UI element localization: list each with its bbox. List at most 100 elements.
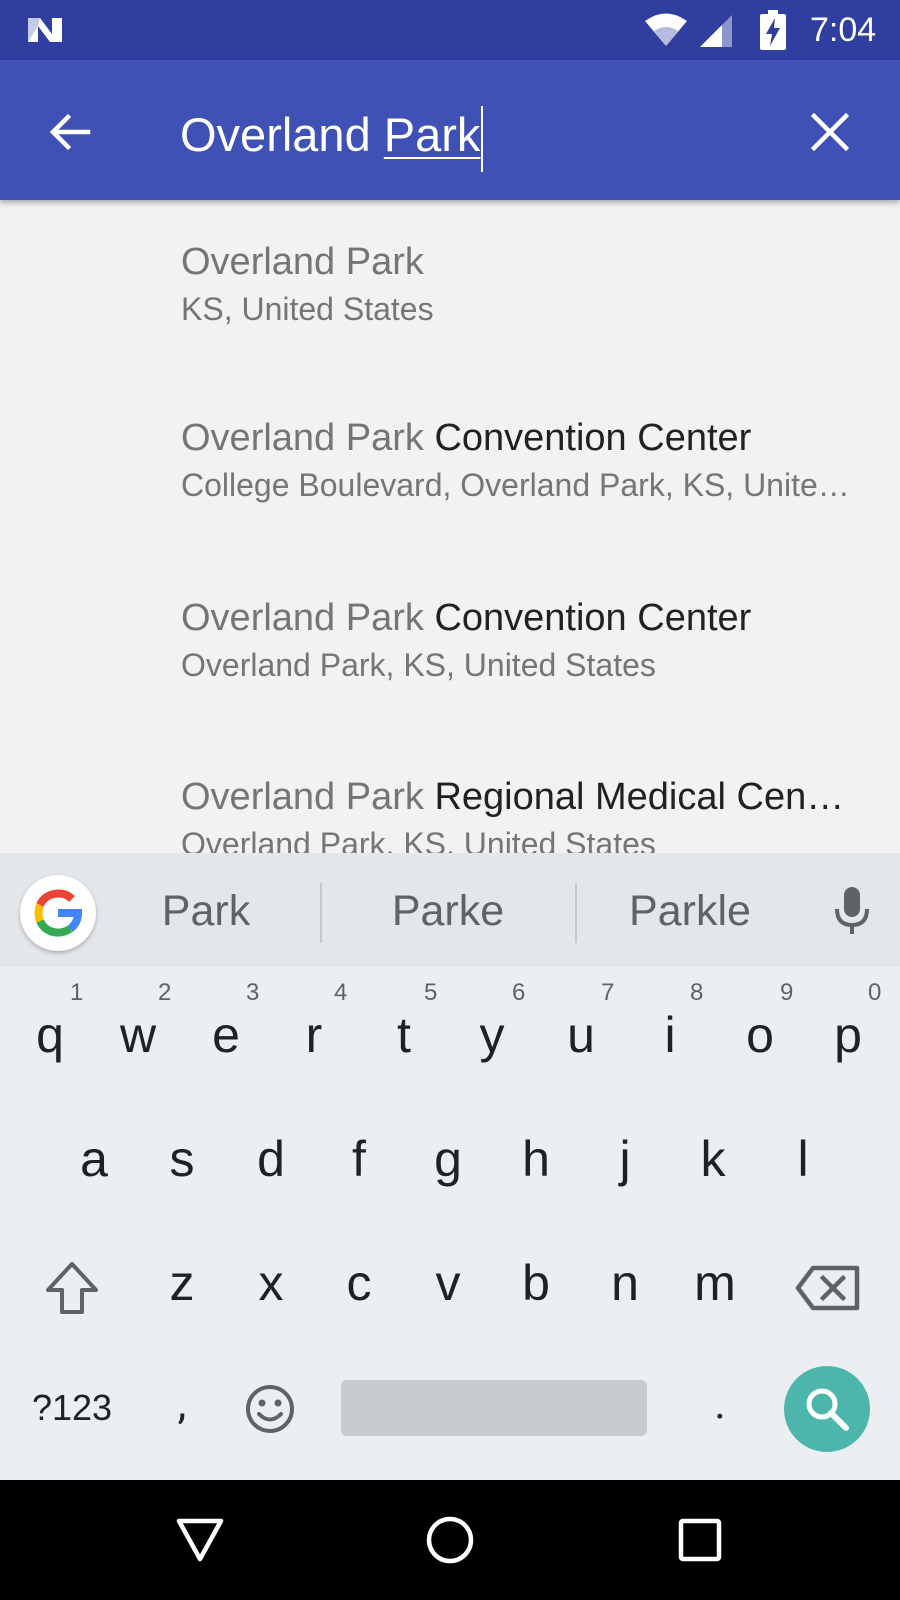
key-b[interactable]: b [496,1253,576,1313]
status-bar: 7:04 [0,0,900,60]
key-hint: 2 [158,979,172,1006]
result-primary-text: Overland Park Regional Medical Cen… [181,773,844,821]
back-arrow-icon [49,113,91,151]
key-h[interactable]: h [496,1129,576,1189]
back-triangle-icon [176,1518,224,1562]
text-cursor [481,105,484,172]
nav-home-button[interactable] [420,1510,480,1570]
emoji-key[interactable] [238,1377,302,1441]
status-clock: 7:04 [810,11,877,49]
key-g[interactable]: g [408,1129,488,1189]
key-f[interactable]: f [319,1129,399,1189]
mic-icon [835,887,869,934]
nav-recents-button[interactable] [670,1510,730,1570]
screen: 7:04 Overland Park Overland Park KS, Uni… [0,0,900,1600]
key-z[interactable]: z [142,1253,222,1313]
result-secondary-text: KS, United States [181,291,434,327]
search-result-item[interactable]: Overland Park Convention Center Overland… [0,560,900,740]
key-l[interactable]: l [763,1129,843,1189]
suggestion-3[interactable]: Parkle [600,883,780,939]
key-hint: 4 [334,979,348,1006]
search-action-key[interactable] [784,1366,870,1452]
clear-search-button[interactable] [798,100,862,164]
search-app-bar: Overland Park [0,60,900,200]
key-hint: 8 [690,979,704,1006]
back-button[interactable] [38,100,102,164]
result-match-text: Overland Park [181,241,424,283]
key-o[interactable]: 9o [720,979,800,1065]
search-results-list: Overland Park KS, United States Overland… [0,200,900,853]
key-q[interactable]: 1q [10,979,90,1065]
suggestion-2[interactable]: Parke [358,883,538,939]
result-secondary-text: College Boulevard, Overland Park, KS, Un… [181,467,861,503]
search-input[interactable]: Overland Park [180,100,484,172]
shift-key[interactable] [40,1256,104,1320]
key-v[interactable]: v [408,1253,488,1313]
result-rest-text: Regional Medical Cen… [423,776,845,818]
shift-icon [46,1262,98,1314]
key-m[interactable]: m [675,1253,755,1313]
key-label: t [397,1007,411,1063]
key-e[interactable]: 3e [186,979,266,1065]
key-r[interactable]: 4r [274,979,354,1065]
key-label: w [119,1007,157,1063]
recents-square-icon [678,1518,722,1562]
key-c[interactable]: c [319,1253,399,1313]
nav-back-button[interactable] [170,1510,230,1570]
voice-input-button[interactable] [824,883,880,939]
key-x[interactable]: x [231,1253,311,1313]
key-n[interactable]: n [585,1253,665,1313]
key-t[interactable]: 5t [364,979,444,1065]
key-hint: 3 [246,979,260,1006]
key-label: o [746,1007,774,1063]
comma-key[interactable]: , [152,1373,212,1433]
suggestion-1[interactable]: Park [126,883,286,939]
key-hint: 6 [512,979,526,1006]
key-d[interactable]: d [231,1129,311,1189]
search-result-item[interactable]: Overland Park KS, United States [0,200,900,380]
key-a[interactable]: a [54,1129,134,1189]
result-match-text: Overland Park [181,776,424,818]
key-y[interactable]: 6y [452,979,532,1065]
backspace-icon [795,1265,860,1311]
result-primary-text: Overland Park [181,238,424,286]
search-icon [806,1388,849,1431]
search-query-prefix: Overland [180,108,384,161]
nougat-logo-icon [28,18,62,42]
battery-charging-icon [760,10,786,50]
key-u[interactable]: 7u [541,979,621,1065]
result-primary-text: Overland Park Convention Center [181,414,751,462]
space-bar[interactable] [341,1380,647,1436]
home-circle-icon [426,1516,474,1564]
key-w[interactable]: 2w [98,979,178,1065]
symbols-key[interactable]: ?123 [20,1378,124,1438]
result-match-text: Overland Park [181,417,424,459]
key-label: q [36,1007,64,1063]
result-secondary-text: Overland Park, KS, United States [181,826,656,853]
result-rest-text: Convention Center [423,417,752,459]
search-result-item[interactable]: Overland Park Convention Center College … [0,380,900,560]
key-s[interactable]: s [142,1129,222,1189]
suggestion-divider [320,883,322,943]
result-secondary-text: Overland Park, KS, United States [181,647,656,683]
key-label: u [567,1007,595,1063]
suggestion-strip: Park Parke Parkle [0,853,900,967]
backspace-key[interactable] [792,1256,864,1320]
google-g-icon [34,889,82,937]
key-hint: 9 [780,979,794,1006]
google-search-button[interactable] [20,875,96,951]
key-label: p [834,1007,862,1063]
key-label: y [479,1007,505,1063]
search-result-item[interactable]: Overland Park Regional Medical Cen… Over… [0,740,900,853]
key-p[interactable]: 0p [808,979,888,1065]
close-icon [811,113,849,151]
wifi-icon [645,13,687,46]
key-j[interactable]: j [585,1129,665,1189]
navigation-bar [0,1480,900,1600]
soft-keyboard: Park Parke Parkle 1q 2w 3e 4r 5t 6y 7u 8… [0,853,900,1480]
key-i[interactable]: 8i [630,979,710,1065]
key-k[interactable]: k [673,1129,753,1189]
result-rest-text: Convention Center [423,597,752,639]
key-hint: 7 [601,979,615,1006]
period-key[interactable]: . [690,1373,750,1433]
